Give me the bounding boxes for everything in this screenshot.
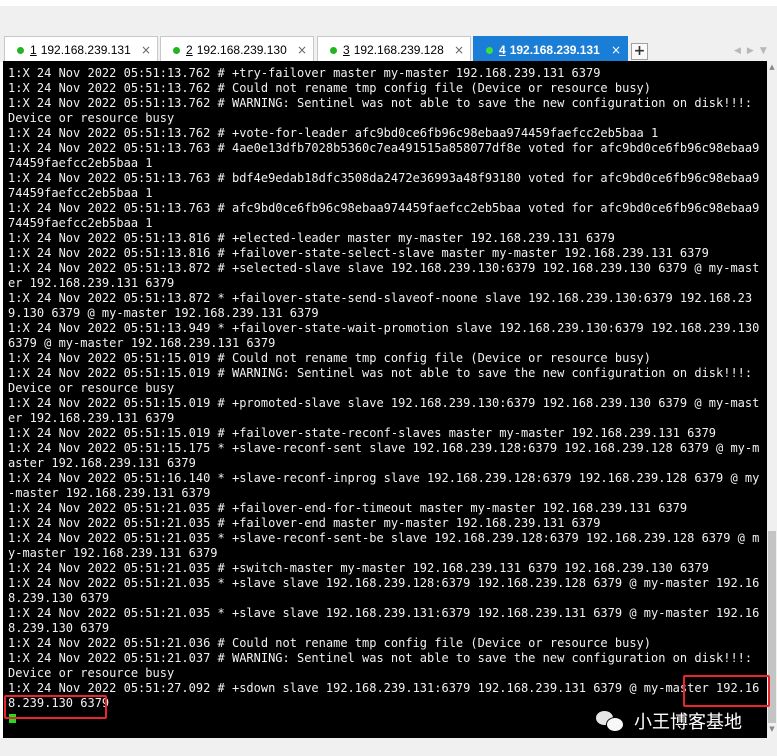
terminal-line: 1:X 24 Nov 2022 05:51:21.036 # Could not… bbox=[8, 636, 651, 650]
terminal-line: 1:X 24 Nov 2022 05:51:16.140 * +slave-re… bbox=[8, 471, 760, 500]
terminal-line: 1:X 24 Nov 2022 05:51:21.035 # +failover… bbox=[8, 516, 601, 530]
terminal-line: 1:X 24 Nov 2022 05:51:13.872 * +failover… bbox=[8, 291, 753, 320]
bottom-bar bbox=[0, 738, 777, 756]
tab-navigation-arrows-icon[interactable]: ◀▶▼ bbox=[734, 46, 773, 56]
terminal-log-text: 1:X 24 Nov 2022 05:51:13.762 # +try-fail… bbox=[8, 66, 760, 711]
terminal-line: 1:X 24 Nov 2022 05:51:13.762 # +try-fail… bbox=[8, 66, 601, 80]
terminal-line: 1:X 24 Nov 2022 05:51:13.949 * +failover… bbox=[8, 321, 760, 350]
terminal-scrollbar[interactable]: ▲ ▼ bbox=[767, 61, 777, 738]
tab-number: 4 bbox=[499, 43, 506, 57]
tab-host: 192.168.239.130 bbox=[196, 43, 287, 57]
session-tab-bar: 1 192.168.239.131 × 2 192.168.239.130 × … bbox=[0, 6, 777, 63]
terminal-line: 1:X 24 Nov 2022 05:51:13.762 # Could not… bbox=[8, 81, 651, 95]
connected-status-icon bbox=[330, 46, 337, 54]
tab-host: 192.168.239.131 bbox=[40, 43, 131, 57]
terminal-line: 1:X 24 Nov 2022 05:51:13.763 # 4ae0e13df… bbox=[8, 141, 760, 170]
terminal-line: 1:X 24 Nov 2022 05:51:13.762 # +vote-for… bbox=[8, 126, 659, 140]
highlight-box-ip-wrap bbox=[4, 695, 107, 719]
highlight-box-ip-tail bbox=[683, 675, 770, 707]
connected-status-icon bbox=[486, 46, 493, 54]
terminal-line: 1:X 24 Nov 2022 05:51:13.763 # afc9bd0ce… bbox=[8, 201, 760, 230]
terminal-line: 1:X 24 Nov 2022 05:51:21.035 * +slave-re… bbox=[8, 531, 760, 560]
scroll-up-icon[interactable]: ▲ bbox=[767, 63, 777, 71]
tab-number: 3 bbox=[343, 43, 350, 57]
connected-status-icon bbox=[173, 46, 180, 54]
tab-session-2[interactable]: 2 192.168.239.130 × bbox=[160, 36, 314, 63]
connected-status-icon bbox=[17, 46, 24, 54]
tab-session-3[interactable]: 3 192.168.239.128 × bbox=[317, 36, 471, 63]
tab-session-4[interactable]: 4 192.168.239.131 × bbox=[473, 36, 628, 63]
terminal-line: 1:X 24 Nov 2022 05:51:21.037 # WARNING: … bbox=[8, 651, 753, 680]
terminal-line: 1:X 24 Nov 2022 05:51:13.872 # +selected… bbox=[8, 261, 760, 290]
watermark-text: 小王博客基地 bbox=[634, 712, 742, 733]
close-tab-icon[interactable]: × bbox=[297, 43, 307, 57]
terminal-line: 1:X 24 Nov 2022 05:51:15.019 # Could not… bbox=[8, 351, 651, 365]
terminal-line: 1:X 24 Nov 2022 05:51:15.019 # WARNING: … bbox=[8, 366, 753, 395]
close-tab-icon[interactable]: × bbox=[611, 43, 621, 57]
terminal-line: 1:X 24 Nov 2022 05:51:21.035 # +failover… bbox=[8, 501, 688, 515]
terminal-line: 1:X 24 Nov 2022 05:51:21.035 * +slave sl… bbox=[8, 606, 760, 635]
close-tab-icon[interactable]: × bbox=[141, 43, 151, 57]
watermark: 小王博客基地 bbox=[596, 706, 742, 736]
terminal-line: 1:X 24 Nov 2022 05:51:13.816 # +elected-… bbox=[8, 231, 615, 245]
terminal-line: 1:X 24 Nov 2022 05:51:21.035 # +switch-m… bbox=[8, 561, 709, 575]
terminal-line: 1:X 24 Nov 2022 05:51:15.175 * +slave-re… bbox=[8, 441, 760, 470]
add-tab-button[interactable]: + bbox=[631, 43, 648, 60]
terminal-line: 1:X 24 Nov 2022 05:51:15.019 # +promoted… bbox=[8, 396, 760, 425]
terminal-line: 1:X 24 Nov 2022 05:51:21.035 * +slave sl… bbox=[8, 576, 760, 605]
tab-session-1[interactable]: 1 192.168.239.131 × bbox=[4, 36, 158, 63]
close-tab-icon[interactable]: × bbox=[454, 43, 464, 57]
tab-host: 192.168.239.131 bbox=[509, 43, 600, 57]
tab-host: 192.168.239.128 bbox=[353, 43, 444, 57]
terminal-line: 1:X 24 Nov 2022 05:51:13.816 # +failover… bbox=[8, 246, 709, 260]
wechat-icon bbox=[596, 709, 626, 733]
tab-number: 1 bbox=[30, 43, 37, 57]
scroll-down-icon[interactable]: ▼ bbox=[767, 725, 777, 733]
terminal-line: 1:X 24 Nov 2022 05:51:13.762 # WARNING: … bbox=[8, 96, 753, 125]
terminal-output[interactable]: 1:X 24 Nov 2022 05:51:13.762 # +try-fail… bbox=[3, 61, 767, 738]
tab-number: 2 bbox=[186, 43, 193, 57]
terminal-line: 1:X 24 Nov 2022 05:51:13.763 # bdf4e9eda… bbox=[8, 171, 760, 200]
terminal-line: 1:X 24 Nov 2022 05:51:15.019 # +failover… bbox=[8, 426, 717, 440]
